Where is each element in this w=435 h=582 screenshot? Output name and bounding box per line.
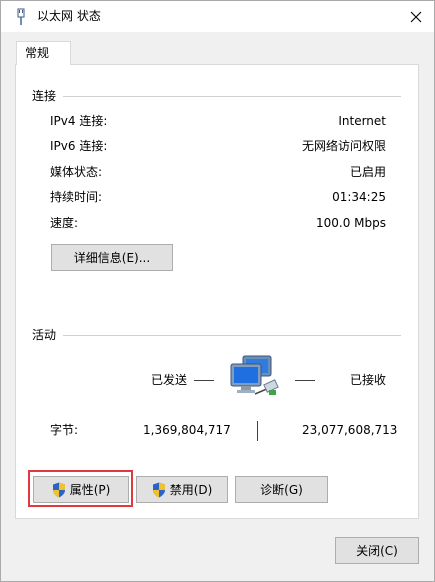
bytes-sent-value: 1,369,804,717 [143, 423, 231, 437]
disable-button[interactable]: 禁用(D) [136, 476, 228, 503]
properties-button[interactable]: 属性(P) [33, 476, 129, 503]
duration-value: 01:34:25 [332, 190, 386, 204]
ipv6-label: IPv6 连接: [50, 139, 108, 153]
window-title: 以太网 状态 [37, 9, 101, 23]
media-state-label: 媒体状态: [50, 165, 103, 179]
bytes-separator [257, 421, 258, 441]
sent-line [194, 380, 214, 381]
uac-shield-icon [52, 482, 65, 497]
details-button-label: 详细信息(E)... [73, 250, 151, 265]
uac-shield-icon [152, 482, 165, 497]
close-button-label: 关闭(C) [356, 543, 398, 558]
ipv4-value: Internet [338, 114, 386, 128]
general-panel [15, 64, 419, 519]
disable-button-label: 禁用(D) [169, 482, 213, 497]
speed-value: 100.0 Mbps [315, 216, 386, 230]
activity-section-label: 活动 [32, 328, 57, 342]
close-window-button[interactable] [399, 1, 433, 32]
network-computers-icon [230, 355, 279, 395]
ipv4-label: IPv4 连接: [50, 114, 108, 128]
diagnose-button-label: 诊断(G) [260, 482, 303, 497]
bytes-label: 字节: [50, 423, 79, 437]
status-dialog: 以太网 状态 常规 连接 IPv4 连接: Internet IPv6 连接: … [0, 0, 435, 582]
properties-button-label: 属性(P) [69, 482, 111, 497]
received-label: 已接收 [350, 373, 387, 387]
sent-label: 已发送 [151, 373, 188, 387]
network-adapter-icon [17, 8, 25, 25]
media-state-value: 已启用 [349, 165, 386, 179]
speed-label: 速度: [50, 216, 79, 230]
tab-general[interactable]: 常规 [16, 41, 71, 65]
connection-divider [63, 96, 401, 97]
connection-section-label: 连接 [32, 89, 57, 103]
diagnose-button[interactable]: 诊断(G) [235, 476, 328, 503]
close-icon [410, 11, 422, 22]
ipv6-value: 无网络访问权限 [301, 139, 386, 153]
bytes-received-value: 23,077,608,713 [302, 423, 398, 437]
title-bar: 以太网 状态 [1, 1, 434, 32]
received-line [295, 380, 315, 381]
details-button[interactable]: 详细信息(E)... [51, 244, 173, 271]
close-button[interactable]: 关闭(C) [335, 537, 419, 564]
activity-divider [63, 335, 401, 336]
duration-label: 持续时间: [50, 190, 103, 204]
